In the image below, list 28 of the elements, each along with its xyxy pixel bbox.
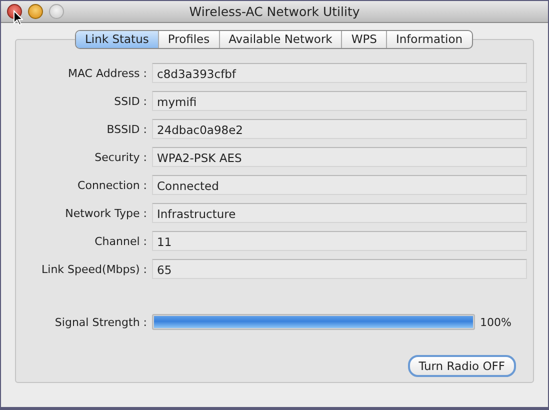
radio-button[interactable]: Turn Radio OFF (408, 355, 516, 377)
tab[interactable]: WPS (341, 31, 386, 48)
signal-reading: 100% (480, 316, 512, 328)
value-field: WPA2-PSK AES (152, 147, 527, 167)
field-label: Connection : (76, 178, 148, 192)
zoom-button[interactable] (49, 4, 64, 19)
minimize-button[interactable] (28, 4, 43, 19)
field-label: Network Type : (64, 206, 148, 220)
tab[interactable]: Profiles (158, 31, 219, 48)
tab[interactable]: Link Status (76, 31, 158, 48)
value-field: 24dbac0a98e2 (152, 119, 527, 139)
tab[interactable]: Available Network (218, 31, 342, 48)
field-label: BSSID : (106, 122, 148, 136)
field-label: MAC Address : (66, 66, 148, 80)
value-field: Infrastructure (152, 203, 527, 223)
pointer-icon (13, 10, 23, 26)
window-title: Wireless-AC Network Utility (189, 4, 360, 19)
value-field: Connected (152, 175, 527, 195)
value-field: 65 (152, 259, 527, 279)
field-label: Security : (94, 150, 148, 164)
value-field: 11 (152, 231, 527, 251)
field-label: Signal Strength : (54, 316, 148, 328)
tab[interactable]: Information (386, 31, 472, 48)
field-label: SSID : (113, 94, 148, 108)
field-label: Link Speed(Mbps) : (40, 262, 148, 276)
value-field: c8d3a393cfbf (152, 63, 527, 83)
value-field: mymifi (152, 91, 527, 111)
field-label: Channel : (94, 234, 148, 248)
